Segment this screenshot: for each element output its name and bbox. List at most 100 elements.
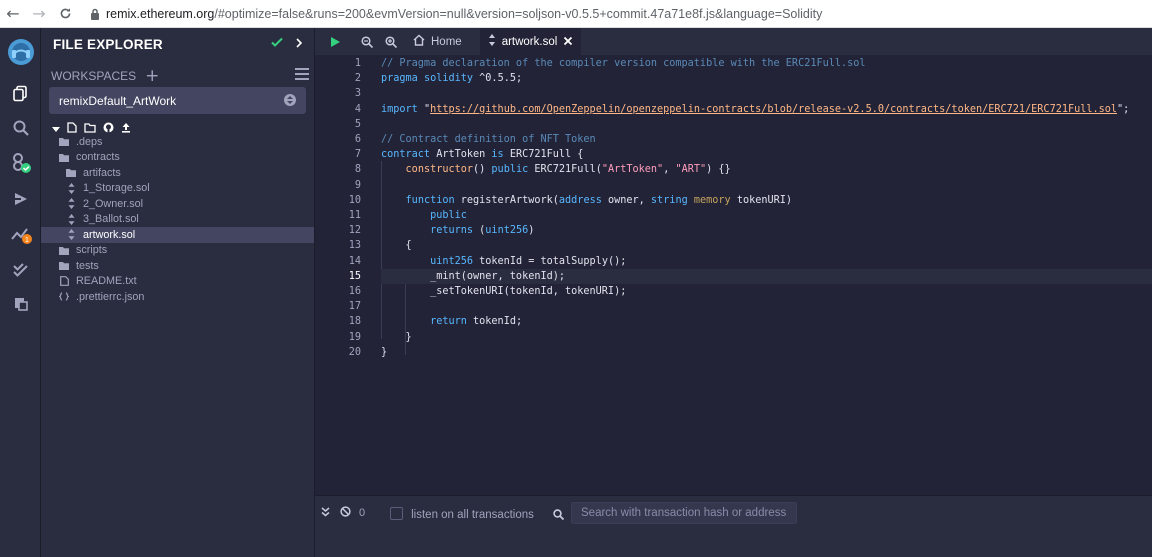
code-line[interactable]: // Contract definition of NFT Token bbox=[381, 132, 1152, 147]
file-tree-item[interactable]: tests bbox=[41, 258, 314, 274]
code-line[interactable]: { bbox=[381, 238, 1152, 253]
code-token: tokenURI) bbox=[730, 194, 793, 206]
collapse-terminal-icon[interactable] bbox=[321, 504, 330, 522]
tab-artwork-sol[interactable]: artwork.sol bbox=[479, 28, 582, 55]
tab-home-label: Home bbox=[431, 35, 462, 48]
code-token: "ArtToken" bbox=[601, 164, 664, 176]
code-token: owner, bbox=[601, 194, 651, 206]
code-token: // Pragma declaration of the compiler ve… bbox=[381, 58, 866, 69]
code-token: } bbox=[381, 346, 388, 358]
hamburger-menu-icon[interactable] bbox=[295, 67, 309, 85]
tab-home[interactable]: Home bbox=[405, 28, 470, 55]
deploy-run-icon[interactable] bbox=[0, 184, 41, 214]
code-token: solidity bbox=[423, 73, 474, 85]
check-icon[interactable] bbox=[271, 35, 283, 53]
code-line[interactable]: returns (uint256) bbox=[381, 223, 1152, 238]
reload-icon[interactable] bbox=[52, 0, 78, 28]
back-icon[interactable]: ← bbox=[0, 0, 26, 28]
code-line[interactable]: import "https://github.com/OpenZeppelin/… bbox=[381, 102, 1152, 117]
search-icon[interactable] bbox=[0, 113, 41, 143]
close-tab-icon[interactable] bbox=[563, 33, 573, 51]
code-line[interactable] bbox=[381, 178, 1152, 193]
code-area[interactable]: // Pragma declaration of the compiler ve… bbox=[381, 55, 1152, 522]
remix-logo-icon[interactable] bbox=[0, 36, 41, 68]
code-token: _setTokenURI(tokenId, tokenURI); bbox=[381, 286, 627, 297]
forward-icon[interactable]: → bbox=[26, 0, 52, 28]
run-script-icon[interactable] bbox=[315, 28, 355, 55]
code-token: return bbox=[430, 316, 467, 328]
code-line[interactable]: function registerArtwork(address owner, … bbox=[381, 193, 1152, 208]
code-token: uint256 bbox=[430, 255, 474, 267]
zoom-in-icon[interactable] bbox=[379, 28, 403, 55]
select-caret-icon bbox=[284, 94, 296, 106]
line-number: 1 bbox=[354, 58, 361, 69]
workspace-select-value: remixDefault_ArtWork bbox=[59, 93, 177, 108]
code-token: ERC721Full { bbox=[503, 149, 584, 161]
lock-icon[interactable] bbox=[84, 8, 106, 20]
file-tree-item[interactable]: .deps bbox=[41, 134, 314, 150]
code-line[interactable]: _setTokenURI(tokenId, tokenURI); bbox=[381, 284, 1152, 299]
workspaces-row: WORKSPACES + bbox=[51, 66, 309, 86]
url-host: remix.ethereum.org bbox=[106, 6, 215, 21]
clear-console-icon[interactable] bbox=[340, 504, 351, 522]
transaction-search-input[interactable] bbox=[571, 502, 797, 524]
file-tree-item[interactable]: artwork.sol bbox=[41, 227, 314, 243]
code-line[interactable]: } bbox=[381, 345, 1152, 360]
code-token: constructor bbox=[405, 164, 474, 176]
code-token: import bbox=[381, 103, 418, 115]
file-tree: .deps contracts artifacts 1_Storage.sol 2_Ow… bbox=[41, 134, 314, 305]
url-field[interactable]: remix.ethereum.org/#optimize=false&runs=… bbox=[106, 7, 822, 21]
file-tree-item[interactable]: 1_Storage.sol bbox=[41, 181, 314, 197]
code-token: returns bbox=[430, 225, 474, 237]
file-tree-item[interactable]: artifacts bbox=[41, 165, 314, 181]
code-line[interactable]: constructor() public ERC721Full("ArtToke… bbox=[381, 162, 1152, 177]
file-tree-item-label: tests bbox=[76, 259, 99, 272]
code-line[interactable]: } bbox=[381, 330, 1152, 345]
file-tree-item-label: 2_Owner.sol bbox=[83, 197, 144, 210]
file-tree-item-label: .prettierrc.json bbox=[76, 290, 145, 303]
code-line[interactable] bbox=[381, 299, 1152, 314]
code-line[interactable]: uint256 tokenId = totalSupply(); bbox=[381, 254, 1152, 269]
code-token: public bbox=[491, 164, 529, 176]
add-workspace-icon[interactable]: + bbox=[145, 67, 159, 85]
plugin-manager-icon[interactable] bbox=[0, 289, 41, 319]
analysis-icon[interactable]: 1 bbox=[0, 219, 41, 249]
icon-rail: 1 bbox=[0, 28, 41, 557]
tab-active-label: artwork.sol bbox=[501, 35, 558, 48]
folder-icon bbox=[66, 168, 76, 178]
file-tree-item[interactable]: scripts bbox=[41, 243, 314, 259]
code-line[interactable]: return tokenId; bbox=[381, 314, 1152, 329]
line-number: 20 bbox=[348, 346, 361, 358]
workspace-select[interactable]: remixDefault_ArtWork bbox=[49, 87, 306, 114]
file-tree-item[interactable]: .prettierrc.json bbox=[41, 289, 314, 305]
solidity-compiler-icon[interactable] bbox=[0, 148, 41, 178]
code-line[interactable]: pragma solidity ^0.5.5; bbox=[381, 71, 1152, 86]
terminal-toolbar: 0 listen on all transactions bbox=[315, 496, 1152, 530]
file-tree-item[interactable]: contracts bbox=[41, 150, 314, 166]
line-number: 18 bbox=[348, 316, 361, 328]
file-explorer-icon[interactable] bbox=[0, 78, 41, 108]
solidity-file-icon bbox=[66, 182, 76, 194]
file-tree-item[interactable]: 2_Owner.sol bbox=[41, 196, 314, 212]
code-line[interactable]: contract ArtToken is ERC721Full { bbox=[381, 147, 1152, 162]
code-editor[interactable]: 1 2 3 4 5 6 7 8 9 10 11 12 13 14 15 16 17 18 19 20 // Pragm… bbox=[315, 55, 1152, 522]
listen-checkbox[interactable] bbox=[390, 506, 404, 520]
code-line[interactable]: _mint(owner, tokenId); bbox=[381, 268, 1152, 284]
code-line[interactable]: public bbox=[381, 208, 1152, 223]
zoom-out-icon[interactable] bbox=[355, 28, 379, 55]
code-line[interactable]: // Pragma declaration of the compiler ve… bbox=[381, 56, 1152, 71]
file-tree-item[interactable]: 3_Ballot.sol bbox=[41, 212, 314, 228]
line-number: 8 bbox=[354, 164, 361, 176]
solidity-file-icon bbox=[488, 33, 496, 51]
file-explorer-panel: FILE EXPLORER WORKSPACES + remixDefault_… bbox=[41, 28, 315, 557]
code-line[interactable] bbox=[381, 86, 1152, 101]
verified-check-icon[interactable] bbox=[0, 254, 41, 284]
file-tree-item[interactable]: README.txt bbox=[41, 274, 314, 290]
code-token: ERC721Full( bbox=[528, 164, 602, 176]
line-number: 9 bbox=[354, 179, 361, 191]
code-token: pragma bbox=[381, 73, 418, 85]
pending-tx-count: 0 bbox=[359, 507, 366, 519]
chevron-right-icon[interactable] bbox=[295, 35, 303, 53]
code-line[interactable] bbox=[381, 117, 1152, 132]
